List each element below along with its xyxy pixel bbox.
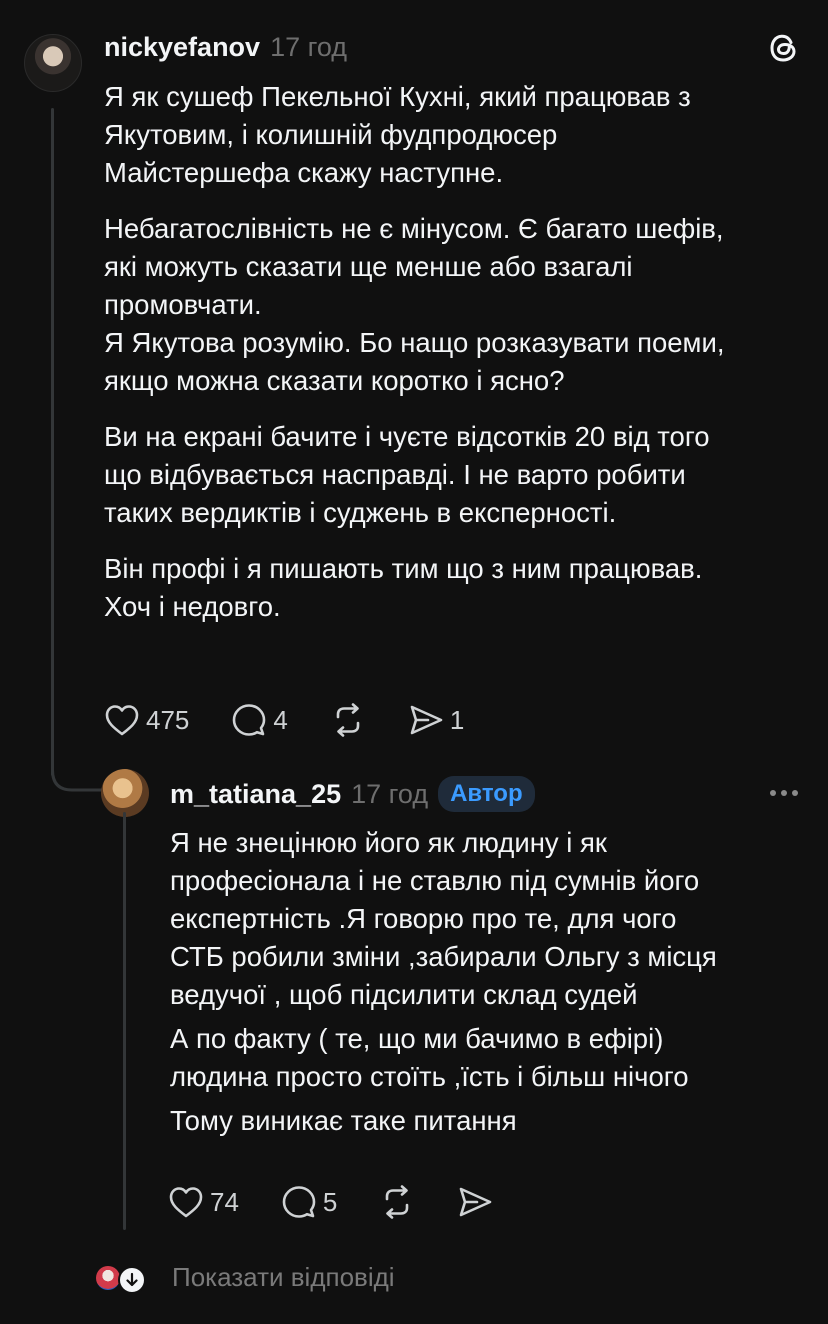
like-count: 74 (210, 1186, 239, 1217)
repost-button[interactable] (330, 702, 366, 738)
share-button[interactable] (457, 1184, 493, 1220)
repost-icon (336, 703, 360, 737)
post-body: Я як сушеф Пекельної Кухні, який працюва… (104, 78, 804, 626)
post-actions: 475 4 1 (104, 702, 464, 738)
like-button[interactable]: 74 (168, 1185, 239, 1219)
repost-button[interactable] (379, 1184, 415, 1220)
reply-header: m_tatiana_25 17 год Автор (170, 776, 535, 812)
post-paragraph: Небагатослівність не є мінусом. Є багато… (104, 213, 725, 396)
post-time: 17 год (270, 32, 348, 62)
share-button[interactable]: 1 (408, 702, 464, 738)
avatar-nickyefanov[interactable] (24, 34, 82, 92)
comment-button[interactable]: 4 (231, 702, 288, 738)
post-paragraph: Ви на екрані бачите і чуєте відсотків 20… (104, 421, 710, 528)
username[interactable]: nickyefanov (104, 32, 260, 63)
comment-bubble-icon (233, 704, 266, 736)
comment-bubble-icon (282, 1186, 316, 1218)
threads-logo-icon[interactable] (766, 30, 802, 66)
send-icon (460, 1187, 492, 1217)
post-paragraph: Він профі і я пишають тим що з ним працю… (104, 553, 703, 622)
reply-paragraph: А по факту ( те, що ми бачимо в ефірі) л… (170, 1023, 689, 1092)
like-count: 475 (146, 704, 190, 735)
avatar-m-tatiana-25[interactable] (101, 769, 149, 817)
reply-paragraph: Тому виникає таке питання (170, 1105, 517, 1136)
like-button[interactable]: 475 (104, 703, 189, 737)
post-paragraph: Я як сушеф Пекельної Кухні, який працюва… (104, 81, 691, 188)
repost-icon (386, 1185, 409, 1219)
thread-line (51, 108, 54, 776)
comment-button[interactable]: 5 (281, 1184, 337, 1220)
heart-icon (169, 1187, 203, 1218)
reply-thread-line (123, 812, 126, 1230)
reply-body: Я не знецінюю його як людину і як профес… (170, 824, 810, 1140)
heart-icon (105, 705, 139, 736)
reply-username[interactable]: m_tatiana_25 (170, 779, 341, 810)
reply-paragraph: Я не знецінюю його як людину і як профес… (170, 827, 717, 1010)
show-replies-link[interactable]: Показати відповіді (172, 1262, 395, 1293)
thread-connector (51, 740, 106, 792)
send-icon (410, 705, 443, 735)
comment-count: 5 (322, 1186, 338, 1217)
reply-avatars (96, 1263, 148, 1294)
reply-actions: 74 5 (168, 1184, 493, 1220)
arrow-down-icon (118, 1265, 146, 1294)
author-badge: Автор (438, 776, 535, 812)
share-count: 1 (449, 704, 465, 735)
comment-count: 4 (273, 704, 288, 735)
post-header: nickyefanov 17 год (104, 32, 347, 63)
more-dots-icon[interactable] (770, 790, 798, 796)
show-replies-row[interactable]: Показати відповіді (96, 1262, 395, 1294)
mini-avatar (96, 1265, 120, 1290)
reply-time: 17 год (351, 778, 429, 809)
